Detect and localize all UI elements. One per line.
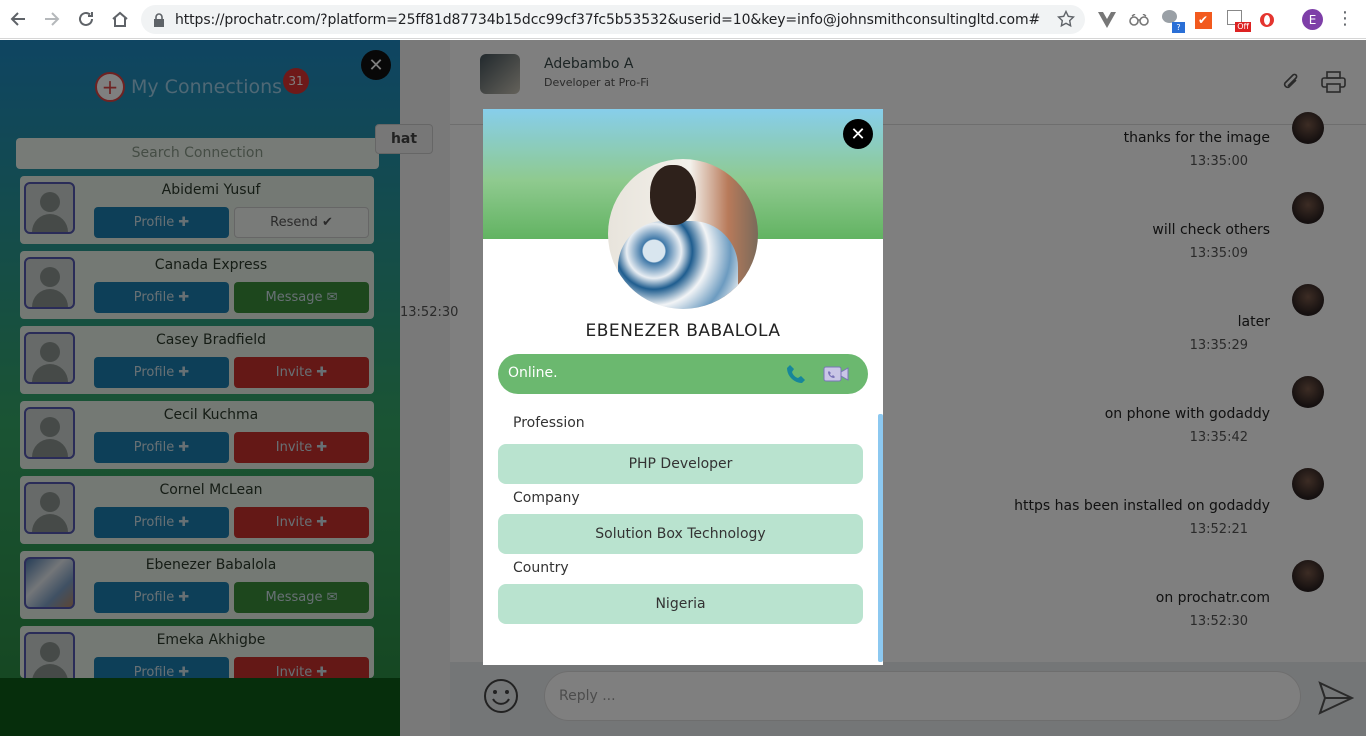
home-icon[interactable]: [104, 3, 136, 35]
profession-value: PHP Developer: [498, 444, 863, 484]
more-menu-icon[interactable]: ⋮: [1336, 9, 1354, 29]
chat-extension-icon[interactable]: ?: [1162, 10, 1185, 33]
page: + My Connections 31 ✕ Search Connection …: [0, 40, 1366, 736]
modal-close-button[interactable]: ✕: [843, 119, 873, 149]
status-text: Online.: [508, 365, 558, 381]
modal-scrollbar[interactable]: [878, 414, 883, 662]
opera-extension-icon[interactable]: [1257, 10, 1277, 30]
profile-name: EBENEZER BABALOLA: [585, 321, 781, 341]
profile-avatar[interactable]: E: [1302, 9, 1323, 30]
status-bar: Online.: [498, 354, 868, 394]
country-label: Country: [513, 560, 569, 576]
profile-photo: [608, 159, 758, 309]
reload-icon[interactable]: [70, 3, 102, 35]
address-bar[interactable]: https://prochatr.com/?platform=25ff81d87…: [141, 5, 1085, 34]
browser-toolbar: https://prochatr.com/?platform=25ff81d87…: [0, 0, 1366, 39]
company-value: Solution Box Technology: [498, 514, 863, 554]
vue-extension-icon[interactable]: [1097, 10, 1117, 30]
company-label: Company: [513, 490, 580, 506]
forward-icon[interactable]: [36, 3, 68, 35]
video-call-icon[interactable]: [823, 364, 849, 384]
back-icon[interactable]: [2, 3, 34, 35]
url-text: https://prochatr.com/?platform=25ff81d87…: [175, 11, 1041, 28]
country-value: Nigeria: [498, 584, 863, 624]
todo-check-extension-icon[interactable]: ✔: [1193, 10, 1213, 30]
lock-icon: [154, 12, 164, 27]
phone-call-icon[interactable]: [786, 364, 806, 384]
glasses-extension-icon[interactable]: [1129, 10, 1149, 30]
bookmark-star-icon[interactable]: [1057, 10, 1075, 28]
profession-label: Profession: [513, 415, 585, 431]
off-extension-icon[interactable]: Off: [1227, 10, 1251, 32]
profile-modal: ✕ EBENEZER BABALOLA Online. Profession P…: [483, 109, 883, 665]
